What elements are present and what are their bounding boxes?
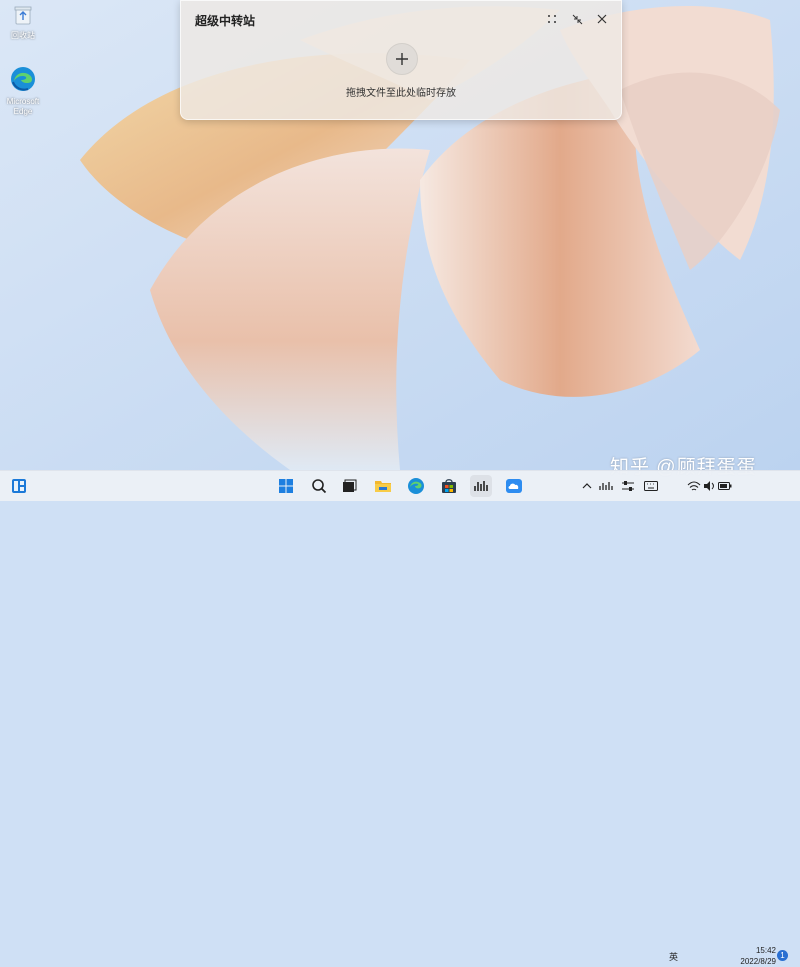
- taskbar: 英 15:42 2022/8/29 1: [0, 470, 800, 966]
- add-file-button[interactable]: [386, 43, 418, 75]
- battery-icon[interactable]: [717, 475, 733, 497]
- drop-hint-text: 拖拽文件至此处临时存放: [346, 88, 456, 99]
- widgets-icon[interactable]: [8, 475, 30, 497]
- desktop-icon-label: Microsoft Edge: [6, 97, 40, 116]
- recycle-bin-icon: [0, 4, 46, 29]
- desktop-icon-label: 回收站: [11, 31, 35, 40]
- tray-settings-icon[interactable]: [620, 475, 636, 497]
- input-method-indicator[interactable]: 英: [669, 950, 678, 963]
- clock[interactable]: 15:42 2022/8/29: [730, 945, 776, 967]
- close-icon[interactable]: [593, 10, 611, 28]
- wifi-icon[interactable]: [686, 475, 702, 497]
- show-hidden-icons-chevron-icon[interactable]: [580, 475, 594, 497]
- tray-audio-icon[interactable]: [598, 475, 614, 497]
- collapse-icon[interactable]: [568, 10, 586, 28]
- cloud-icon[interactable]: [503, 475, 525, 497]
- file-explorer-icon[interactable]: [372, 475, 394, 497]
- desktop-icon-edge[interactable]: Microsoft Edge: [0, 66, 46, 117]
- drag-handle-icon[interactable]: [543, 10, 561, 28]
- keyboard-icon[interactable]: [643, 475, 659, 497]
- search-icon[interactable]: [308, 475, 330, 497]
- desktop-icon-recycle-bin[interactable]: 回收站: [0, 4, 46, 41]
- clock-time: 15:42: [755, 946, 776, 955]
- task-view-icon[interactable]: [338, 475, 360, 497]
- panel-title: 超级中转站: [195, 14, 256, 28]
- plus-icon: [396, 53, 408, 65]
- edge-icon: [0, 66, 46, 95]
- store-icon[interactable]: [438, 475, 460, 497]
- super-transfer-panel[interactable]: 超级中转站 拖拽文件至此处临时存放: [180, 0, 622, 120]
- volume-icon[interactable]: [702, 475, 718, 497]
- clock-date: 2022/8/29: [740, 957, 776, 966]
- notification-badge[interactable]: 1: [777, 950, 788, 961]
- edge-icon[interactable]: [405, 475, 427, 497]
- start-icon[interactable]: [275, 475, 297, 497]
- audio-app-icon[interactable]: [470, 475, 492, 497]
